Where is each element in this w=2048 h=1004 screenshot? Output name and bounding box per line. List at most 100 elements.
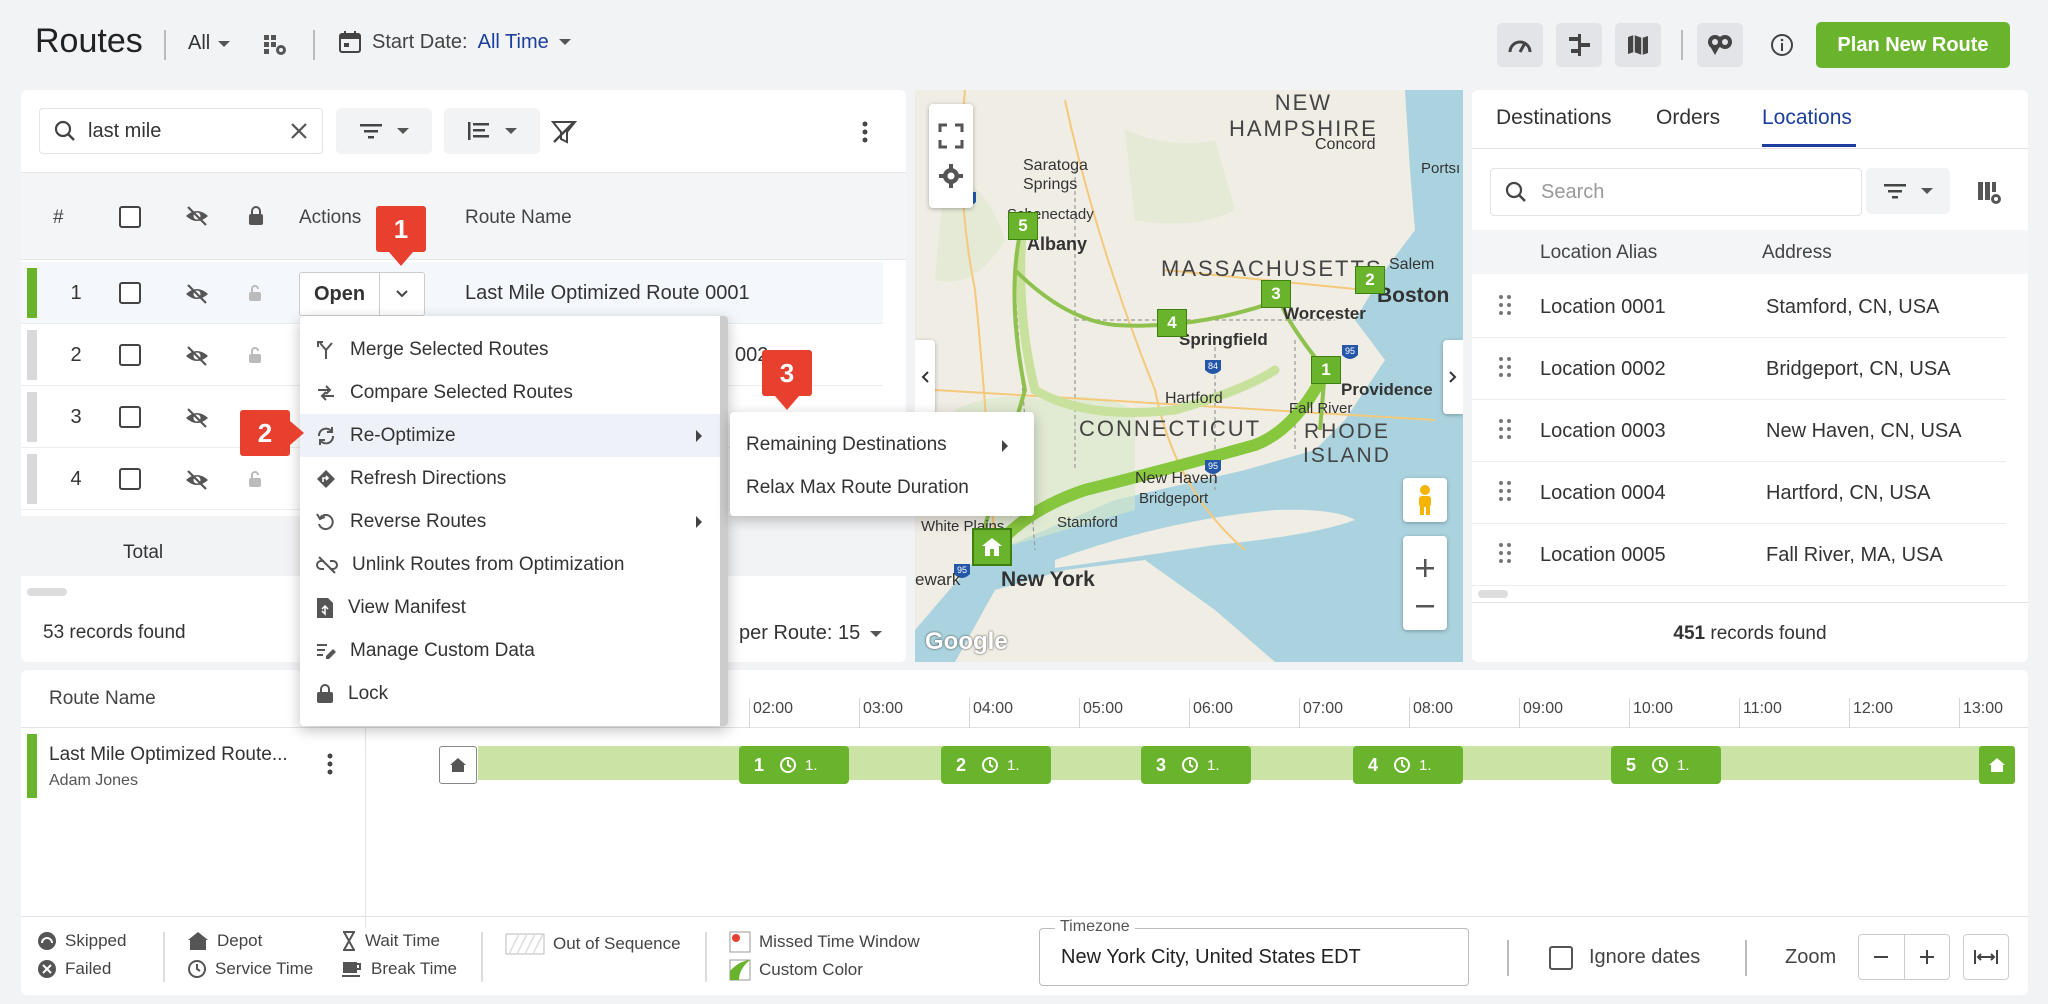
unlock-icon[interactable] [247,470,263,488]
submenu-item-relax-max-duration[interactable]: Relax Max Route Duration [746,477,969,499]
gear-icon[interactable] [938,163,964,189]
more-options-icon[interactable] [861,120,869,144]
row-checkbox[interactable] [119,282,141,304]
info-button[interactable] [1759,23,1805,67]
menu-item-manage-custom-data[interactable]: Manage Custom Data [300,629,720,672]
grid-settings-icon[interactable] [262,32,288,58]
clear-filters-icon[interactable] [551,120,577,144]
timeline-depot-end[interactable] [1979,746,2015,784]
timeline-view-button[interactable] [1556,23,1602,67]
columns-dropdown-button[interactable] [444,108,540,154]
dashboard-view-button[interactable] [1497,23,1543,67]
zoom-in-button[interactable] [1905,935,1950,979]
table-row[interactable]: Location 0005 Fall River, MA, USA [1472,524,2006,586]
zoom-out-icon[interactable] [1414,595,1436,617]
filter-dropdown-button[interactable] [336,108,432,154]
fullscreen-icon[interactable] [938,123,964,149]
start-date-dropdown[interactable]: Start Date: All Time [338,30,571,54]
plan-new-route-button[interactable]: Plan New Route [1816,22,2010,68]
route-more-options-icon[interactable] [326,752,334,776]
reoptimize-submenu: Remaining Destinations Relax Max Route D… [730,412,1034,516]
unlock-icon[interactable] [247,284,263,302]
actions-dropdown-toggle[interactable] [380,273,424,315]
select-all-checkbox[interactable] [119,206,141,228]
menu-item-unlink-routes[interactable]: Unlink Routes from Optimization [300,543,720,586]
map-canvas[interactable]: 90 84 95 95 95 [915,90,1463,662]
visibility-icon[interactable] [185,470,209,490]
menu-item-reoptimize[interactable]: Re-Optimize [300,414,720,457]
drag-handle-icon[interactable] [1498,480,1512,502]
tab-orders[interactable]: Orders [1656,106,1720,130]
horizontal-scrollbar[interactable] [27,588,67,596]
collapse-left-button[interactable] [915,340,935,414]
hour-tick [1959,698,1960,728]
drag-handle-icon[interactable] [1498,294,1512,316]
legend-label: Depot [217,931,263,950]
table-row[interactable]: Location 0003 New Haven, CN, USA [1472,400,2006,462]
map-marker-stop-3[interactable]: 3 [1261,280,1291,308]
timeline-stop-3[interactable]: 3 1. [1141,746,1251,784]
zoom-out-button[interactable] [1859,935,1905,979]
ignore-dates-label: Ignore dates [1589,946,1701,968]
timeline-stop-2[interactable]: 2 1. [941,746,1051,784]
timeline-stop-1[interactable]: 1 1. [739,746,849,784]
drag-handle-icon[interactable] [1498,542,1512,564]
street-view-pegman[interactable] [1403,478,1447,522]
horizontal-scrollbar[interactable] [1478,590,1508,598]
clear-search-icon[interactable] [290,122,308,140]
location-search-input[interactable]: Search [1490,168,1862,216]
per-route-dropdown[interactable]: per Route: 15 [739,622,883,645]
tab-locations[interactable]: Locations [1762,106,1852,130]
map-label-bridgeport: Bridgeport [1139,490,1209,507]
submenu-item-remaining-destinations[interactable]: Remaining Destinations [746,434,947,456]
menu-item-lock[interactable]: Lock [300,672,720,715]
row-checkbox[interactable] [119,406,141,428]
timeline-depot-start[interactable] [439,746,477,784]
map-marker-stop-2[interactable]: 2 [1355,266,1385,294]
route-name[interactable]: Last Mile Optimized Route 0001 [465,282,750,305]
visibility-icon[interactable] [185,408,209,428]
fit-to-width-button[interactable] [1963,934,2009,980]
column-settings-icon[interactable] [1976,180,2002,206]
zoom-in-icon[interactable] [1414,557,1436,579]
menu-item-view-manifest[interactable]: View Manifest [300,586,720,629]
menu-item-reverse-routes[interactable]: Reverse Routes [300,500,720,543]
map-marker-stop-4[interactable]: 4 [1157,309,1187,337]
tab-destinations[interactable]: Destinations [1496,106,1612,130]
open-button[interactable]: Open [300,273,380,315]
route-map[interactable]: 90 84 95 95 95 NEW HAMPSHIRE Concord Sar… [915,90,1463,662]
divider [1507,940,1509,976]
menu-item-compare[interactable]: Compare Selected Routes [300,371,720,414]
route-search-input[interactable]: last mile [39,108,323,154]
row-checkbox[interactable] [119,468,141,490]
location-filter-button[interactable] [1866,168,1950,214]
filter-all-dropdown[interactable]: All [188,32,231,55]
menu-item-merge[interactable]: Merge Selected Routes [300,328,720,371]
timezone-value: New York City, United States EDT [1061,946,1361,968]
map-view-button[interactable] [1615,23,1661,67]
drag-handle-icon[interactable] [1498,356,1512,378]
ignore-dates-checkbox[interactable] [1549,946,1573,970]
row-checkbox[interactable] [119,344,141,366]
timeline-route-name[interactable]: Last Mile Optimized Route... [49,744,288,766]
map-marker-stop-5[interactable]: 5 [1008,212,1038,240]
visibility-icon[interactable] [185,206,209,226]
map-marker-stop-1[interactable]: 1 [1311,356,1341,384]
table-row[interactable]: Location 0004 Hartford, CN, USA [1472,462,2006,524]
unlock-icon[interactable] [247,346,263,364]
locations-view-button[interactable] [1697,23,1743,67]
table-row[interactable]: Location 0002 Bridgeport, CN, USA [1472,338,2006,400]
map-marker-depot[interactable] [972,528,1012,566]
menu-item-refresh-directions[interactable]: Refresh Directions [300,457,720,500]
visibility-icon[interactable] [185,284,209,304]
timeline-stop-4[interactable]: 4 1. [1353,746,1463,784]
menu-scrollbar[interactable] [720,316,728,726]
drag-handle-icon[interactable] [1498,418,1512,440]
collapse-right-button[interactable] [1443,340,1463,414]
table-row[interactable]: 1 Open Last Mile Optimized Route 0001 [21,262,883,324]
timeline-stop-5[interactable]: 5 1. [1611,746,1721,784]
table-row[interactable]: Location 0001 Stamford, CN, USA [1472,276,2006,338]
location-address: Stamford, CN, USA [1766,296,1940,318]
visibility-icon[interactable] [185,346,209,366]
timeline-route-cell[interactable]: Last Mile Optimized Route... Adam Jones [21,728,366,928]
